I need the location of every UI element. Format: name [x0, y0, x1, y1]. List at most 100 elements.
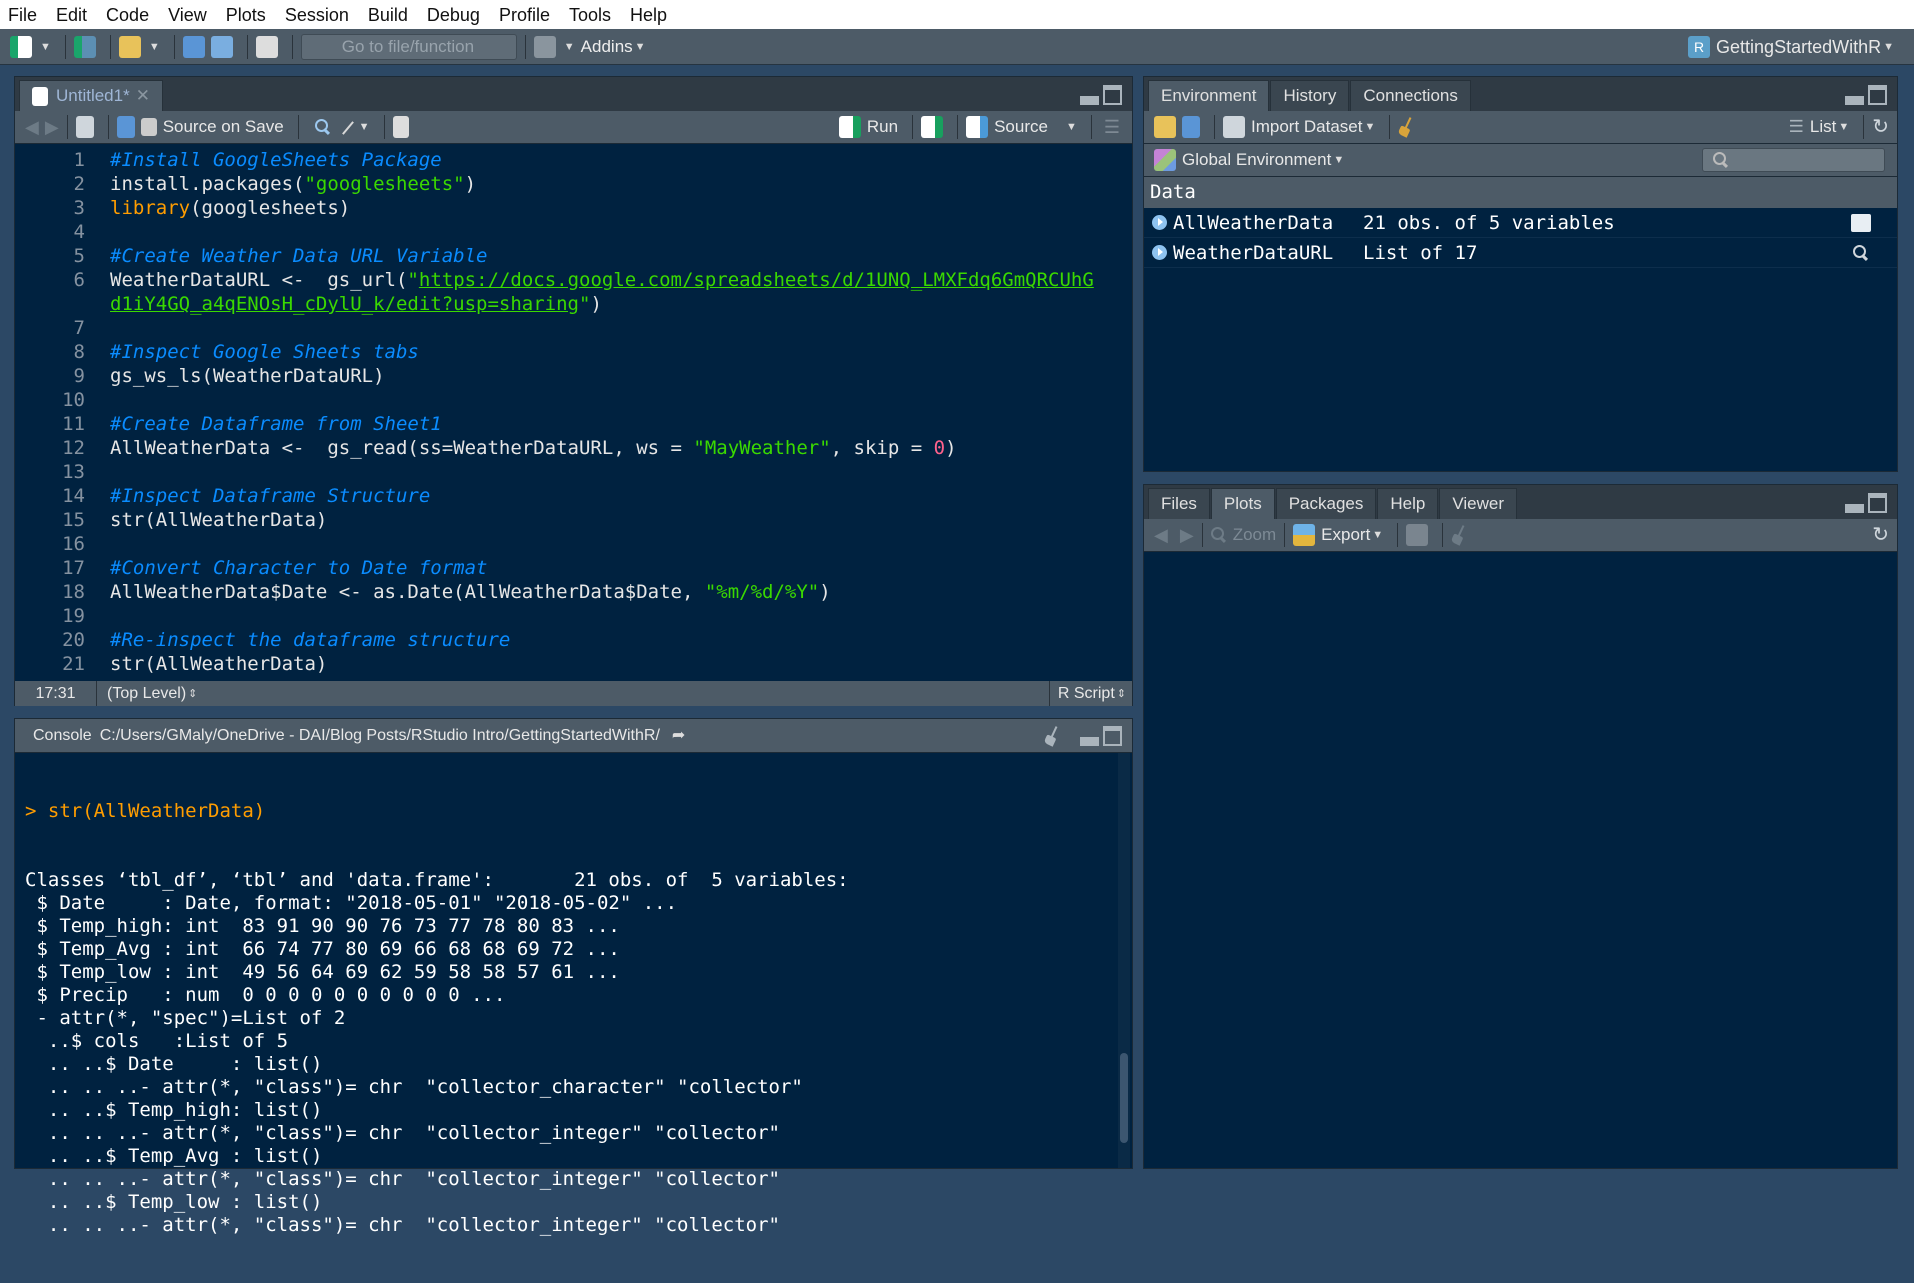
chevron-down-icon[interactable]: ▼	[1838, 120, 1849, 134]
refresh-icon[interactable]: ↻	[1872, 117, 1889, 137]
editor-toolbar: ◀ ▶ Source on Save ▼ Run Source ▼ ☰	[15, 111, 1132, 144]
show-in-window-icon[interactable]	[75, 116, 94, 138]
new-project-icon[interactable]	[73, 35, 96, 58]
export-icon[interactable]	[1293, 524, 1316, 546]
filetype-selector[interactable]: R Script	[1048, 681, 1115, 706]
remove-plot-icon[interactable]	[1406, 524, 1429, 546]
rerun-icon[interactable]	[921, 116, 944, 138]
maximize-icon[interactable]	[1868, 85, 1887, 105]
console-scrollbar[interactable]	[1118, 753, 1130, 1168]
go-to-directory-icon[interactable]: ➦	[672, 726, 685, 746]
zoom-icon[interactable]	[1210, 527, 1227, 543]
maximize-icon[interactable]	[1103, 85, 1122, 105]
chevron-down-icon[interactable]: ▼	[1333, 153, 1344, 167]
source-on-save-label[interactable]: Source on Save	[163, 117, 284, 137]
minimize-icon[interactable]	[1845, 96, 1864, 105]
import-dataset-icon[interactable]	[1223, 116, 1245, 138]
forward-icon[interactable]: ▶	[1180, 525, 1194, 545]
back-icon[interactable]: ◀	[25, 117, 39, 137]
console-output[interactable]: > str(AllWeatherData) Classes ‘tbl_df’, …	[15, 753, 1118, 1236]
search-icon[interactable]	[1853, 244, 1869, 261]
compile-report-icon[interactable]	[392, 116, 409, 138]
load-workspace-icon[interactable]	[1154, 116, 1176, 138]
forward-icon[interactable]: ▶	[45, 117, 59, 137]
broom-icon[interactable]	[1451, 525, 1467, 545]
minimize-icon[interactable]	[1080, 736, 1099, 746]
addins-menu[interactable]: Addins	[581, 37, 633, 57]
chevron-down-icon[interactable]: ▼	[359, 120, 370, 134]
magic-wand-icon[interactable]	[339, 118, 357, 136]
tab-history[interactable]: History	[1270, 80, 1350, 111]
new-file-icon[interactable]	[10, 35, 32, 58]
menu-session[interactable]: Session	[285, 4, 349, 26]
maximize-icon[interactable]	[1868, 493, 1887, 513]
back-icon[interactable]: ◀	[1154, 525, 1168, 545]
expand-icon[interactable]	[1152, 245, 1167, 260]
code-editor[interactable]: 1 #Install GoogleSheets Package 2 install.p…	[15, 144, 1132, 680]
clear-console-icon[interactable]	[1044, 726, 1060, 746]
source-button[interactable]: Source	[994, 117, 1048, 137]
import-dataset-button[interactable]: Import Dataset	[1251, 117, 1363, 137]
run-button[interactable]: Run	[867, 117, 898, 137]
code-line: #Inspect Dataframe Structure	[110, 484, 430, 508]
tab-viewer[interactable]: Viewer	[1439, 488, 1517, 519]
export-button[interactable]: Export	[1321, 525, 1370, 545]
menu-tools[interactable]: Tools	[569, 4, 611, 26]
environment-tab-bar: Environment History Connections	[1144, 77, 1897, 111]
menu-profile[interactable]: Profile	[499, 4, 550, 26]
document-outline-icon[interactable]: ☰	[1104, 117, 1120, 137]
chevron-down-icon[interactable]: ▼	[40, 40, 51, 54]
maximize-icon[interactable]	[1103, 725, 1122, 746]
environment-scope-dropdown[interactable]: Global Environment	[1182, 150, 1331, 170]
scope-selector[interactable]: (Top Level)	[107, 684, 186, 704]
tab-files[interactable]: Files	[1148, 488, 1210, 519]
pane-layout-icon[interactable]	[533, 35, 556, 58]
menu-help[interactable]: Help	[630, 4, 667, 26]
line-number: 13	[62, 461, 85, 483]
run-icon[interactable]	[838, 116, 861, 138]
code-token-url: https://docs.google.com/spreadsheets/d/1…	[418, 269, 1094, 291]
environment-search-input[interactable]	[1702, 148, 1885, 172]
print-icon[interactable]	[255, 35, 278, 58]
console-output-line: .. ..$ Temp_low : list()	[25, 1191, 323, 1213]
go-to-file-input[interactable]: Go to file/function	[300, 33, 517, 60]
tab-connections[interactable]: Connections	[1350, 80, 1471, 111]
chevron-down-icon[interactable]: ▼	[1365, 120, 1376, 134]
save-workspace-icon[interactable]	[1182, 116, 1200, 138]
open-folder-icon[interactable]	[118, 35, 141, 58]
menu-plots[interactable]: Plots	[226, 4, 266, 26]
view-mode-dropdown[interactable]: List	[1810, 117, 1836, 137]
source-icon[interactable]	[966, 116, 989, 138]
close-icon[interactable]: ✕	[136, 86, 150, 106]
broom-icon[interactable]	[1398, 117, 1414, 137]
expand-icon[interactable]	[1152, 215, 1167, 230]
tab-untitled1[interactable]: Untitled1* ✕	[19, 80, 163, 111]
save-all-icon[interactable]	[210, 35, 233, 58]
menu-debug[interactable]: Debug	[427, 4, 480, 26]
save-icon[interactable]	[182, 35, 205, 58]
project-menu[interactable]: R GettingStartedWithR ▼	[1688, 29, 1900, 65]
menu-build[interactable]: Build	[368, 4, 408, 26]
source-on-save-checkbox[interactable]	[140, 118, 157, 136]
chevron-down-icon[interactable]: ▼	[1372, 528, 1383, 542]
search-icon[interactable]	[314, 119, 331, 135]
menu-code[interactable]: Code	[106, 4, 149, 26]
menu-view[interactable]: View	[168, 4, 207, 26]
menu-file[interactable]: File	[8, 4, 37, 26]
chevron-down-icon[interactable]: ▼	[564, 40, 575, 54]
tab-environment[interactable]: Environment	[1148, 80, 1270, 111]
chevron-down-icon[interactable]: ▼	[149, 40, 160, 54]
menu-edit[interactable]: Edit	[56, 4, 87, 26]
chevron-down-icon[interactable]: ▼	[1066, 120, 1077, 134]
save-icon[interactable]	[116, 116, 135, 138]
tab-plots[interactable]: Plots	[1210, 488, 1275, 519]
environment-row[interactable]: WeatherDataURL List of 17	[1144, 238, 1897, 268]
environment-row[interactable]: AllWeatherData 21 obs. of 5 variables	[1144, 208, 1897, 238]
zoom-button[interactable]: Zoom	[1233, 525, 1276, 545]
tab-help[interactable]: Help	[1377, 488, 1439, 519]
table-icon[interactable]	[1851, 213, 1871, 232]
refresh-icon[interactable]: ↻	[1872, 525, 1889, 545]
minimize-icon[interactable]	[1080, 96, 1099, 105]
minimize-icon[interactable]	[1845, 504, 1864, 513]
tab-packages[interactable]: Packages	[1275, 488, 1377, 519]
